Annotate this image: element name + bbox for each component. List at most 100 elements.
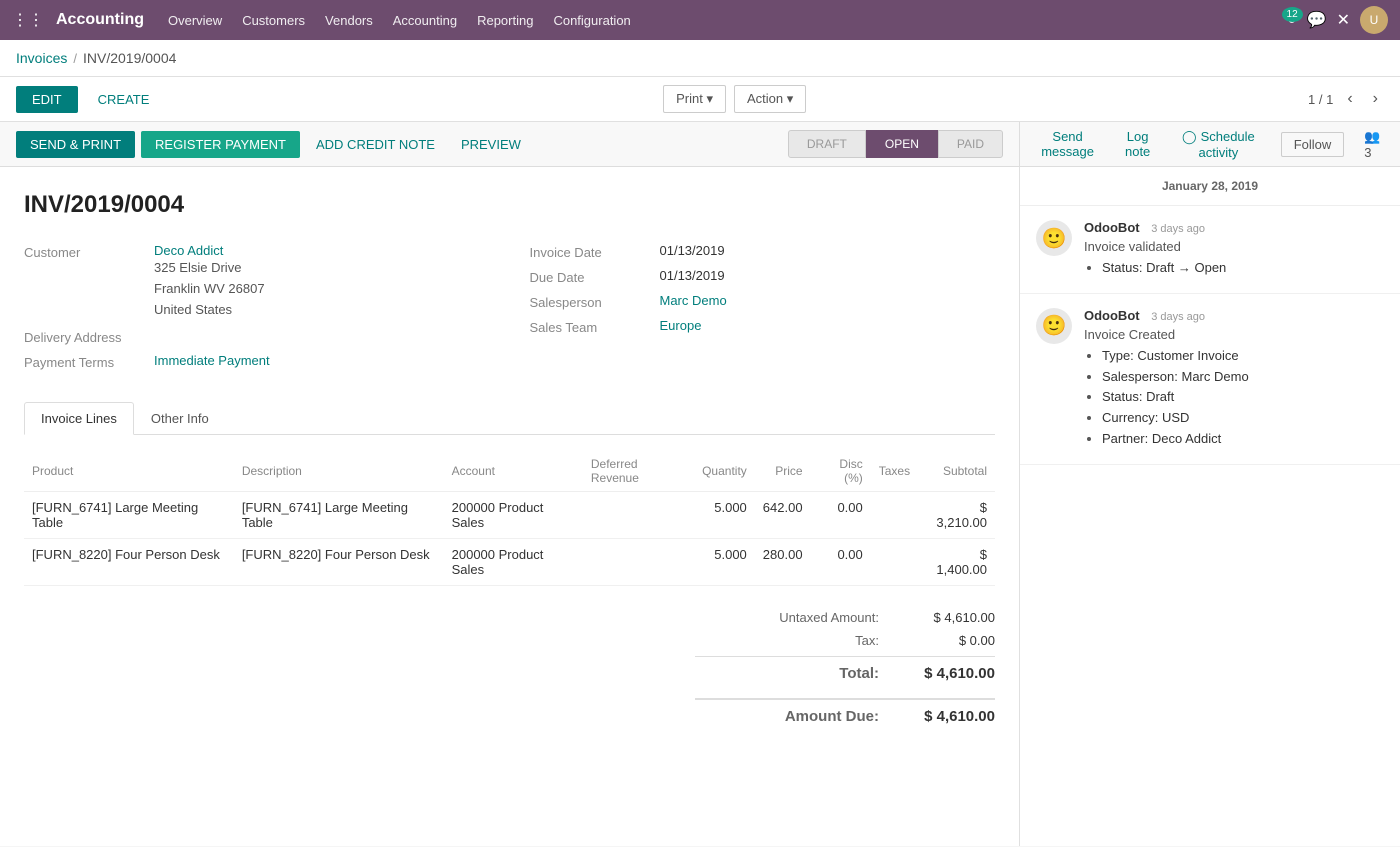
delivery-address-label: Delivery Address bbox=[24, 328, 154, 345]
breadcrumb-current: INV/2019/0004 bbox=[83, 50, 176, 66]
salesperson-field: Salesperson Marc Demo bbox=[530, 293, 996, 310]
cell-quantity: 5.000 bbox=[694, 492, 755, 539]
nav-reporting[interactable]: Reporting bbox=[477, 13, 533, 28]
chatter-list-item: Currency: USD bbox=[1102, 408, 1384, 429]
fields-left: Customer Deco Addict 325 Elsie Drive Fra… bbox=[24, 243, 490, 378]
chatter-text: Invoice Created bbox=[1084, 327, 1384, 342]
action-bar: EDIT CREATE Print ▾ Action ▾ 1 / 1 ‹ › bbox=[0, 77, 1400, 122]
cell-description: [FURN_6741] Large Meeting Table bbox=[234, 492, 444, 539]
chatter-message: 🙂 OdooBot 3 days ago Invoice Created Typ… bbox=[1020, 294, 1400, 465]
log-note-button[interactable]: Log note bbox=[1119, 123, 1156, 165]
col-taxes: Taxes bbox=[871, 451, 918, 492]
chatter-list-item: Partner: Deco Addict bbox=[1102, 429, 1384, 450]
breadcrumb-sep: / bbox=[73, 51, 77, 66]
amount-due-value: $ 4,610.00 bbox=[895, 708, 995, 725]
follow-button[interactable]: Follow bbox=[1281, 132, 1345, 157]
cell-subtotal: $ 1,400.00 bbox=[918, 539, 995, 586]
chatter-list: Status: Draft → Open bbox=[1084, 258, 1384, 279]
status-bar: SEND & PRINT REGISTER PAYMENT ADD CREDIT… bbox=[0, 122, 1020, 166]
invoice-date-value: 01/13/2019 bbox=[660, 243, 725, 258]
untaxed-value: $ 4,610.00 bbox=[895, 610, 995, 625]
invoice-number: INV/2019/0004 bbox=[24, 191, 995, 219]
send-message-button[interactable]: Send message bbox=[1036, 123, 1099, 165]
edit-button[interactable]: EDIT bbox=[16, 86, 78, 113]
chatter-date-header: January 28, 2019 bbox=[1020, 167, 1400, 206]
payment-terms-link[interactable]: Immediate Payment bbox=[154, 353, 270, 368]
total-value: $ 4,610.00 bbox=[895, 665, 995, 682]
add-credit-note-button[interactable]: ADD CREDIT NOTE bbox=[306, 131, 445, 158]
payment-terms-value: Immediate Payment bbox=[154, 353, 270, 368]
invoice-fields: Customer Deco Addict 325 Elsie Drive Fra… bbox=[24, 243, 995, 378]
tax-row: Tax: $ 0.00 bbox=[695, 629, 995, 652]
salesperson-label: Salesperson bbox=[530, 293, 660, 310]
create-button[interactable]: CREATE bbox=[86, 86, 162, 113]
register-payment-button[interactable]: REGISTER PAYMENT bbox=[141, 131, 300, 158]
step-paid[interactable]: PAID bbox=[938, 130, 1003, 158]
cell-taxes bbox=[871, 492, 918, 539]
fields-right: Invoice Date 01/13/2019 Due Date 01/13/2… bbox=[530, 243, 996, 378]
send-print-button[interactable]: SEND & PRINT bbox=[16, 131, 135, 158]
nav-overview[interactable]: Overview bbox=[168, 13, 222, 28]
totals-table: Untaxed Amount: $ 4,610.00 Tax: $ 0.00 T… bbox=[695, 606, 995, 729]
step-draft[interactable]: DRAFT bbox=[788, 130, 866, 158]
pager: 1 / 1 ‹ › bbox=[1308, 88, 1384, 110]
untaxed-row: Untaxed Amount: $ 4,610.00 bbox=[695, 606, 995, 629]
invoice-date-field: Invoice Date 01/13/2019 bbox=[530, 243, 996, 260]
chatter-author: OdooBot bbox=[1084, 308, 1140, 323]
pager-prev[interactable]: ‹ bbox=[1341, 88, 1358, 110]
nav-accounting[interactable]: Accounting bbox=[393, 13, 457, 28]
invoice-tabs: Invoice Lines Other Info bbox=[24, 402, 995, 435]
close-icon[interactable]: ✕ bbox=[1337, 10, 1350, 30]
salesperson-link[interactable]: Marc Demo bbox=[660, 293, 727, 308]
due-date-field: Due Date 01/13/2019 bbox=[530, 268, 996, 285]
chatter-list-item: Salesperson: Marc Demo bbox=[1102, 367, 1384, 388]
amount-due-label: Amount Due: bbox=[695, 708, 895, 725]
chatter-avatar: 🙂 bbox=[1036, 308, 1072, 344]
sales-team-label: Sales Team bbox=[530, 318, 660, 335]
payment-terms-field: Payment Terms Immediate Payment bbox=[24, 353, 490, 370]
print-button[interactable]: Print ▾ bbox=[663, 85, 726, 113]
preview-button[interactable]: PREVIEW bbox=[451, 131, 531, 158]
chatter-panel: January 28, 2019 🙂 OdooBot 3 days ago In… bbox=[1020, 167, 1400, 846]
pager-next[interactable]: › bbox=[1367, 88, 1384, 110]
delivery-address-field: Delivery Address bbox=[24, 328, 490, 345]
tax-label: Tax: bbox=[695, 633, 895, 648]
chatter-body: OdooBot 3 days ago Invoice validated Sta… bbox=[1084, 220, 1384, 279]
breadcrumb-parent[interactable]: Invoices bbox=[16, 50, 67, 66]
chatter-body: OdooBot 3 days ago Invoice Created Type:… bbox=[1084, 308, 1384, 450]
payment-terms-label: Payment Terms bbox=[24, 353, 154, 370]
step-open[interactable]: OPEN bbox=[866, 130, 938, 158]
cell-price: 280.00 bbox=[755, 539, 811, 586]
chatter-list: Type: Customer InvoiceSalesperson: Marc … bbox=[1084, 346, 1384, 450]
table-row: [FURN_8220] Four Person Desk [FURN_8220]… bbox=[24, 539, 995, 586]
tab-invoice-lines[interactable]: Invoice Lines bbox=[24, 402, 134, 435]
nav-vendors[interactable]: Vendors bbox=[325, 13, 373, 28]
col-price: Price bbox=[755, 451, 811, 492]
main-layout: INV/2019/0004 Customer Deco Addict 325 E… bbox=[0, 167, 1400, 846]
totals-section: Untaxed Amount: $ 4,610.00 Tax: $ 0.00 T… bbox=[24, 606, 995, 729]
chatter-avatar: 🙂 bbox=[1036, 220, 1072, 256]
cell-account: 200000 Product Sales bbox=[444, 492, 583, 539]
salesperson-value: Marc Demo bbox=[660, 293, 727, 308]
nav-customers[interactable]: Customers bbox=[242, 13, 305, 28]
cell-product: [FURN_6741] Large Meeting Table bbox=[24, 492, 234, 539]
cell-product: [FURN_8220] Four Person Desk bbox=[24, 539, 234, 586]
customer-address: 325 Elsie Drive Franklin WV 26807 United… bbox=[154, 258, 265, 320]
action-button[interactable]: Action ▾ bbox=[734, 85, 806, 113]
chat-icon[interactable]: 💬 bbox=[1307, 10, 1327, 30]
chatter-header: Send message Log note ◯Schedule activity… bbox=[1020, 122, 1400, 166]
customer-name-link[interactable]: Deco Addict bbox=[154, 243, 223, 258]
notification-badge[interactable]: ● 12 bbox=[1287, 11, 1297, 29]
customer-label: Customer bbox=[24, 243, 154, 260]
tab-other-info[interactable]: Other Info bbox=[134, 402, 226, 435]
grid-icon[interactable]: ⋮⋮ bbox=[12, 10, 44, 30]
cell-deferred bbox=[583, 492, 694, 539]
avatar[interactable]: U bbox=[1360, 6, 1388, 34]
customer-value: Deco Addict 325 Elsie Drive Franklin WV … bbox=[154, 243, 265, 320]
chatter-time: 3 days ago bbox=[1151, 223, 1205, 235]
sales-team-link[interactable]: Europe bbox=[660, 318, 702, 333]
col-quantity: Quantity bbox=[694, 451, 755, 492]
topnav-menu: Overview Customers Vendors Accounting Re… bbox=[168, 13, 1287, 28]
schedule-activity-button[interactable]: ◯Schedule activity bbox=[1176, 123, 1261, 166]
nav-configuration[interactable]: Configuration bbox=[553, 13, 630, 28]
